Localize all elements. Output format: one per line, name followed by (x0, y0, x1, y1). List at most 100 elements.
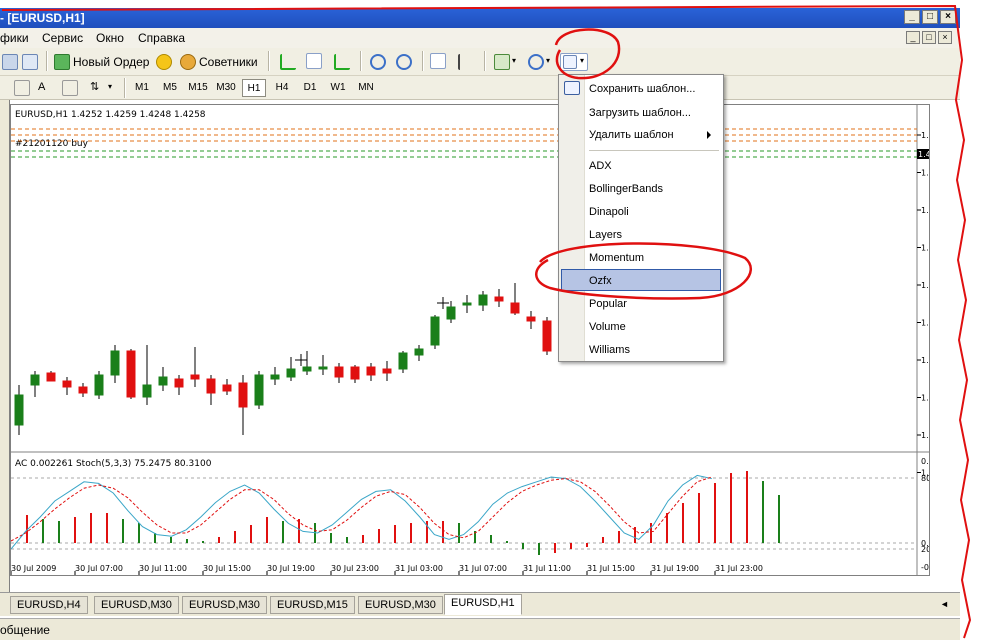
chevron-down-icon[interactable]: ▾ (512, 56, 516, 65)
chart-window[interactable]: EURUSD,H1 1.4252 1.4259 1.4248 1.4258 #2… (10, 104, 949, 576)
window-title: - [EURUSD,H1] (0, 11, 85, 25)
time-tick-label: 30 Jul 07:00 (75, 564, 123, 573)
menu-item-dinapoli[interactable]: Dinapoli (589, 202, 719, 222)
close-button[interactable]: × (940, 10, 956, 24)
timeframe-h4[interactable]: H4 (270, 79, 294, 97)
save-template-icon (564, 81, 580, 95)
time-tick-label: 31 Jul 07:00 (459, 564, 507, 573)
menu-item-momentum[interactable]: Momentum (589, 248, 719, 268)
time-tick-label: 30 Jul 2009 (11, 564, 56, 573)
menu-item-bollingerbands[interactable]: BollingerBands (589, 179, 719, 199)
candle-body (350, 366, 360, 380)
candle-body (398, 352, 408, 370)
tab-eurusd-m30[interactable]: EURUSD,M30 (94, 596, 179, 614)
timeframe-w1[interactable]: W1 (326, 79, 350, 97)
maximize-button[interactable]: □ (922, 10, 938, 24)
candle-body (238, 382, 248, 408)
candle-body (174, 378, 184, 388)
timeframe-h1[interactable]: H1 (242, 79, 266, 97)
chevron-down-icon[interactable]: ▾ (108, 82, 112, 91)
zoom-out-icon[interactable] (396, 54, 412, 70)
candle-body (142, 384, 152, 398)
toolbar-icon[interactable] (2, 54, 18, 70)
menu-item-popular[interactable]: Popular (589, 294, 719, 314)
zoom-window-icon[interactable] (22, 54, 38, 70)
menu-service[interactable]: Сервис (42, 31, 83, 45)
zoom-in-icon[interactable] (370, 54, 386, 70)
timeframe-d1[interactable]: D1 (298, 79, 322, 97)
tab-eurusd-m30[interactable]: EURUSD,M30 (182, 596, 267, 614)
cursor-icon[interactable] (14, 80, 30, 96)
candle-body (30, 374, 40, 386)
tab-eurusd-h1[interactable]: EURUSD,H1 (444, 594, 522, 615)
menu-item-delete-template[interactable]: Удалить шаблон (589, 125, 719, 145)
menu-item-volume[interactable]: Volume (589, 317, 719, 337)
time-tick-label: 31 Jul 03:00 (395, 564, 443, 573)
experts-button[interactable]: Советники (180, 51, 258, 73)
menu-item-load-template[interactable]: Загрузить шаблон... (589, 103, 719, 123)
menu-help[interactable]: Справка (138, 31, 185, 45)
chevron-down-icon[interactable]: ▾ (546, 56, 550, 65)
menu-item-save-template[interactable]: Сохранить шаблон... (589, 79, 719, 99)
timeframe-m30[interactable]: M30 (214, 79, 238, 97)
timeframe-mn[interactable]: MN (354, 79, 378, 97)
indicator-tick-label: 20 (921, 545, 929, 554)
price-chart[interactable]: EURUSD,H1 1.4252 1.4259 1.4248 1.4258 #2… (10, 105, 949, 575)
price-tick-label: 1.403 (921, 431, 929, 440)
time-tick-label: 30 Jul 23:00 (331, 564, 379, 573)
arrows-icon[interactable]: ⇅ (90, 80, 106, 96)
timeframe-m15[interactable]: M15 (186, 79, 210, 97)
stochastic-signal-line (10, 476, 712, 542)
candle-body (542, 320, 552, 352)
candle-body (14, 394, 24, 426)
menu-item-ozfx[interactable]: Ozfx (589, 271, 719, 291)
status-bar: общение (0, 618, 960, 640)
candle-body (478, 294, 488, 306)
price-tick-label: 1.427 (921, 131, 929, 140)
templates-icon (563, 55, 577, 69)
minimize-button[interactable]: _ (904, 10, 920, 24)
menu-item-layers[interactable]: Layers (589, 225, 719, 245)
chart-shift-icon[interactable] (458, 54, 474, 70)
candlestick-chart-icon[interactable] (306, 53, 322, 69)
candle-body (254, 374, 264, 406)
tab-eurusd-m30[interactable]: EURUSD,M30 (358, 596, 443, 614)
candle-body (206, 378, 216, 394)
candle-body (46, 372, 56, 382)
templates-context-menu: Сохранить шаблон... Загрузить шаблон... … (558, 74, 724, 362)
menu-charts[interactable]: фики (0, 31, 29, 45)
time-tick-label: 30 Jul 11:00 (139, 564, 187, 573)
mdi-minimize-button[interactable]: _ (906, 31, 920, 44)
new-order-button[interactable]: Новый Ордер (54, 51, 149, 73)
current-price-label: 1.4258 (918, 150, 929, 159)
mdi-close-button[interactable]: × (938, 31, 952, 44)
text-tool-icon[interactable]: A (38, 81, 45, 93)
periods-clock-icon[interactable] (528, 54, 544, 70)
timeframe-m1[interactable]: M1 (130, 79, 154, 97)
tabs-scroll-icon[interactable]: ◄ (940, 599, 949, 609)
timeframe-m5[interactable]: M5 (158, 79, 182, 97)
text-label-icon[interactable] (62, 80, 78, 96)
menu-item-williams[interactable]: Williams (589, 340, 719, 360)
candle-body (494, 296, 504, 302)
tab-eurusd-h4[interactable]: EURUSD,H4 (10, 596, 88, 614)
warning-icon[interactable] (156, 54, 172, 70)
indicators-icon[interactable] (494, 54, 510, 70)
menu-window[interactable]: Окно (96, 31, 124, 45)
templates-button[interactable]: ▾ (560, 53, 588, 71)
left-panel-edge (0, 100, 10, 592)
menu-item-adx[interactable]: ADX (589, 156, 719, 176)
chart-header: EURUSD,H1 1.4252 1.4259 1.4248 1.4258 (15, 110, 206, 120)
candle-body (158, 376, 168, 386)
indicator-tick-label: 80 (921, 474, 929, 483)
line-chart-icon[interactable] (334, 54, 350, 70)
menubar: фики Сервис Окно Справка _ □ × (0, 28, 960, 48)
bar-chart-icon[interactable] (280, 54, 296, 70)
new-order-icon (54, 54, 70, 70)
candle-body (110, 350, 120, 376)
tab-eurusd-m15[interactable]: EURUSD,M15 (270, 596, 355, 614)
price-tick-label: 1.412 (921, 319, 929, 328)
new-order-label: Новый Ордер (73, 55, 150, 69)
mdi-restore-button[interactable]: □ (922, 31, 936, 44)
auto-scroll-icon[interactable] (430, 53, 446, 69)
